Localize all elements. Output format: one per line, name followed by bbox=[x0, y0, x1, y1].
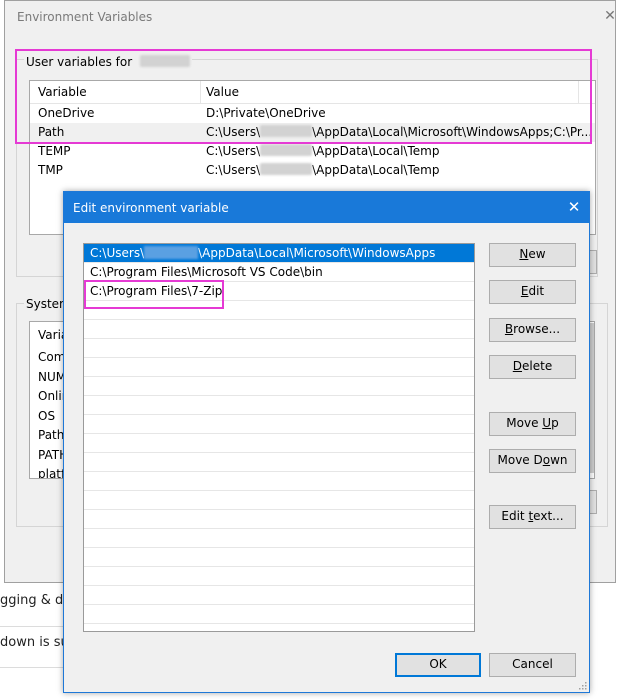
cancel-button[interactable]: Cancel bbox=[489, 653, 576, 677]
path-prefix: C:\Users\ bbox=[90, 246, 145, 260]
delete-button[interactable]: Delete bbox=[489, 355, 576, 379]
empty-row[interactable] bbox=[84, 358, 474, 377]
highlight-annotation-path bbox=[15, 49, 592, 144]
empty-row[interactable] bbox=[84, 453, 474, 472]
label-post: rowse... bbox=[513, 322, 561, 336]
browse-button[interactable]: Browse... bbox=[489, 318, 576, 342]
move-down-button[interactable]: Move Down bbox=[489, 449, 576, 473]
empty-row[interactable] bbox=[84, 339, 474, 358]
label-accel: D bbox=[512, 359, 523, 373]
value-suffix: \AppData\Local\Temp bbox=[312, 144, 440, 158]
redacted-username bbox=[144, 246, 199, 259]
value-prefix: C:\Users\ bbox=[206, 163, 261, 177]
label-post: ew bbox=[528, 247, 546, 261]
empty-row[interactable] bbox=[84, 510, 474, 529]
move-up-button[interactable]: Move Up bbox=[489, 412, 576, 436]
redacted-username bbox=[260, 144, 313, 156]
dialog-title: Environment Variables bbox=[17, 10, 153, 24]
empty-row[interactable] bbox=[84, 396, 474, 415]
edit-text-button[interactable]: Edit text... bbox=[489, 505, 576, 529]
empty-row[interactable] bbox=[84, 567, 474, 586]
empty-row[interactable] bbox=[84, 415, 474, 434]
scrollbar[interactable] bbox=[590, 323, 594, 473]
variable-name: TMP bbox=[38, 163, 63, 177]
empty-row[interactable] bbox=[84, 320, 474, 339]
value-suffix: \AppData\Local\Temp bbox=[312, 163, 440, 177]
value-prefix: C:\Users\ bbox=[206, 144, 261, 158]
label-post: p bbox=[551, 416, 559, 430]
variable-name: TEMP bbox=[38, 144, 71, 158]
label-post: elete bbox=[522, 359, 553, 373]
empty-row[interactable] bbox=[84, 491, 474, 510]
empty-row[interactable] bbox=[84, 605, 474, 624]
label-post: dit bbox=[528, 284, 545, 298]
background-divider-2 bbox=[0, 667, 70, 668]
label-accel: U bbox=[542, 416, 552, 430]
empty-row[interactable] bbox=[84, 586, 474, 605]
variable-value: C:\Users\ \AppData\Local\Temp bbox=[206, 144, 439, 158]
empty-row[interactable] bbox=[84, 377, 474, 396]
redacted-username bbox=[260, 163, 313, 175]
empty-row[interactable] bbox=[84, 548, 474, 567]
path-text: C:\Users\ \AppData\Local\Microsoft\Window… bbox=[90, 246, 435, 260]
highlight-annotation-7zip bbox=[84, 280, 224, 309]
label-pre: Move D bbox=[497, 453, 543, 467]
dialog-title: Edit environment variable bbox=[73, 201, 229, 215]
empty-row[interactable] bbox=[84, 529, 474, 548]
empty-row[interactable] bbox=[84, 472, 474, 491]
new-button[interactable]: New bbox=[489, 243, 576, 267]
path-text: C:\Program Files\Microsoft VS Code\bin bbox=[90, 265, 323, 279]
variable-value: C:\Users\ \AppData\Local\Temp bbox=[206, 163, 439, 177]
label-pre: Move bbox=[506, 416, 543, 430]
close-icon[interactable]: ✕ bbox=[601, 7, 619, 25]
edit-environment-variable-dialog: Edit environment variable ✕ C:\Users\ \Ap… bbox=[63, 191, 590, 693]
background-divider bbox=[0, 626, 70, 627]
edit-button[interactable]: Edit bbox=[489, 280, 576, 304]
label-accel: o bbox=[542, 453, 551, 467]
list-item[interactable]: TMP C:\Users\ \AppData\Local\Temp bbox=[30, 161, 595, 180]
list-item[interactable]: TEMP C:\Users\ \AppData\Local\Temp bbox=[30, 142, 595, 161]
background-text-1: gging & dr bbox=[0, 593, 69, 608]
path-entry[interactable]: C:\Users\ \AppData\Local\Microsoft\Window… bbox=[84, 244, 474, 263]
label-accel: B bbox=[504, 322, 514, 336]
empty-row[interactable] bbox=[84, 434, 474, 453]
resize-grip-icon[interactable] bbox=[577, 680, 587, 690]
path-suffix: \AppData\Local\Microsoft\WindowsApps bbox=[198, 246, 436, 260]
label-pre: Edit bbox=[501, 509, 529, 523]
label-post: ext... bbox=[533, 509, 564, 523]
label-post: wn bbox=[550, 453, 568, 467]
ok-button[interactable]: OK bbox=[395, 653, 481, 677]
close-icon[interactable]: ✕ bbox=[564, 197, 584, 217]
